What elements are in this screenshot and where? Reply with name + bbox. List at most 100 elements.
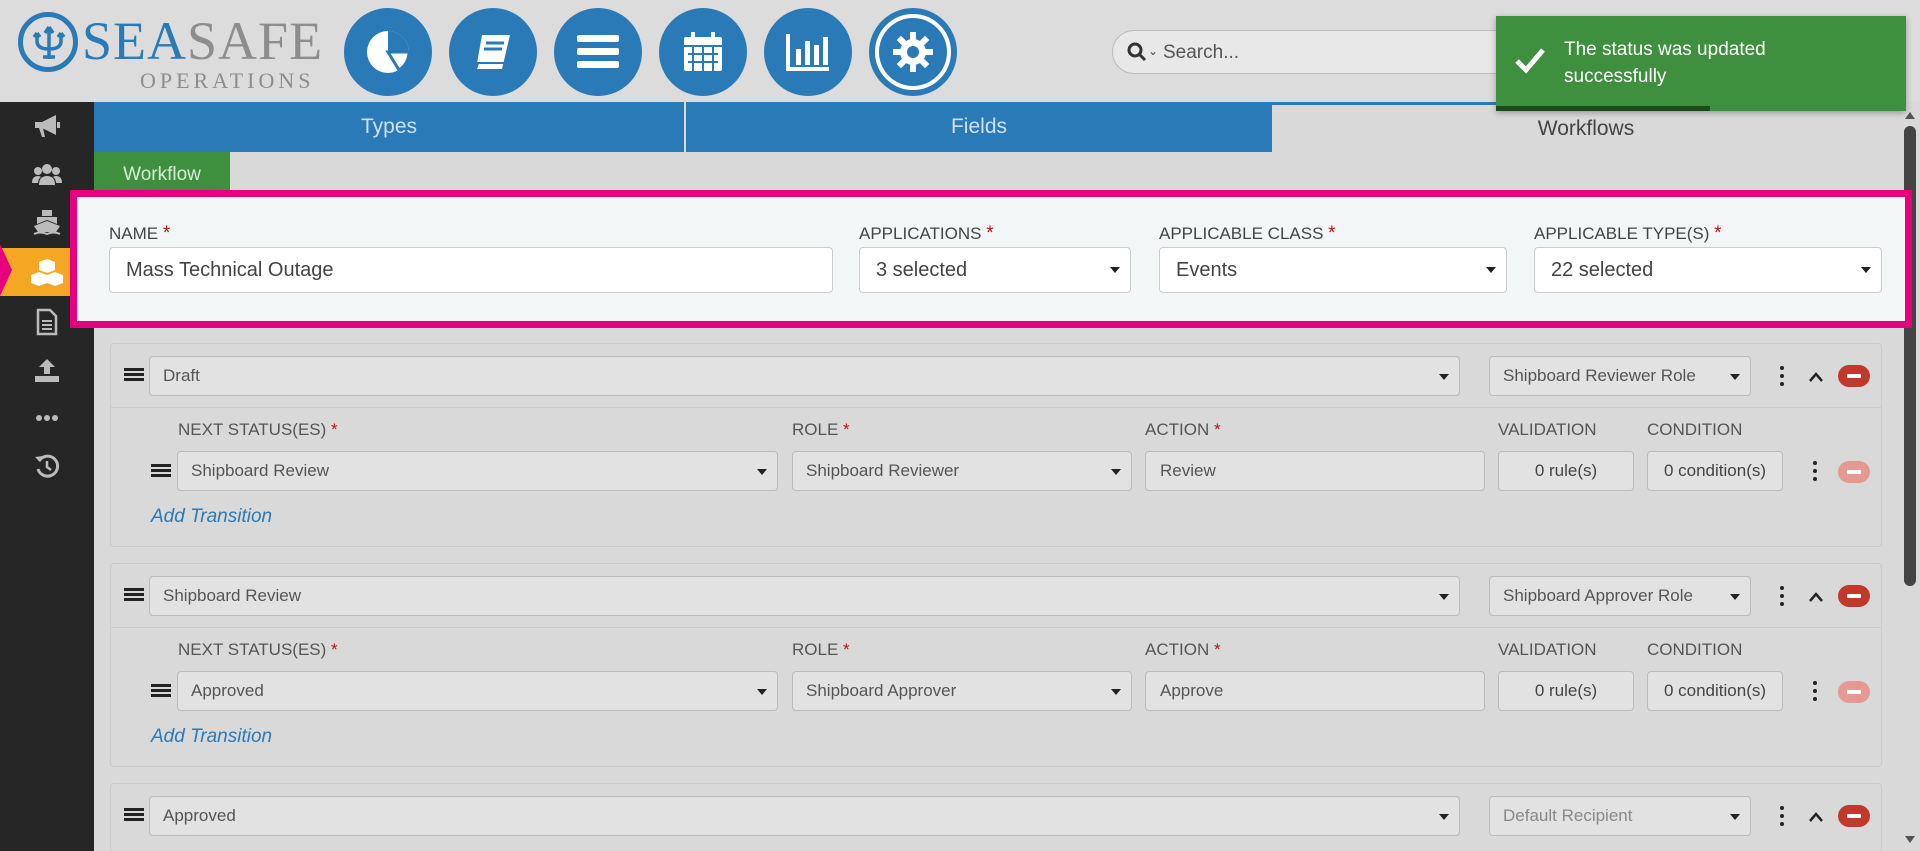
add-transition-link[interactable]: Add Transition xyxy=(151,506,272,528)
validation-rules-button[interactable]: 0 rule(s) xyxy=(1498,451,1634,491)
action-input[interactable]: Approve xyxy=(1145,671,1485,711)
tab-fields[interactable]: Fields xyxy=(686,102,1272,152)
check-icon xyxy=(1515,48,1545,74)
chevron-up-icon[interactable] xyxy=(1809,372,1823,382)
seasafe-logo[interactable]: SEASAFE OPERATIONS xyxy=(18,12,322,93)
scroll-down-arrow-icon[interactable] xyxy=(1905,836,1915,843)
more-icon xyxy=(36,415,58,421)
applicable-class-label: APPLICABLE CLASS * xyxy=(1159,223,1336,244)
upload-icon xyxy=(35,359,59,382)
conditions-button[interactable]: 0 condition(s) xyxy=(1647,451,1783,491)
global-search: ⌄ xyxy=(1112,30,1532,74)
next-status-label: NEXT STATUS(ES) * xyxy=(178,640,338,659)
status-role-select[interactable]: Shipboard Reviewer Role xyxy=(1489,356,1751,396)
remove-status-button[interactable] xyxy=(1838,805,1870,827)
transition-role-select[interactable]: Shipboard Approver xyxy=(792,671,1132,711)
status-block-shipboard-review: Shipboard Review Shipboard Approver Role… xyxy=(110,563,1882,767)
caret-down-icon xyxy=(1439,594,1449,600)
settings-icon xyxy=(893,32,933,72)
settings-button[interactable] xyxy=(869,8,957,96)
caret-down-icon xyxy=(1861,267,1871,273)
remove-status-button[interactable] xyxy=(1838,585,1870,607)
kebab-menu-icon[interactable] xyxy=(1779,366,1785,388)
status-name-select[interactable]: Draft xyxy=(149,356,1460,396)
applications-label: APPLICATIONS * xyxy=(859,223,994,244)
workflow-definition-form: NAME * APPLICATIONS * 3 selected APPLICA… xyxy=(70,190,1912,328)
condition-label: CONDITION xyxy=(1647,640,1743,659)
status-name-select[interactable]: Shipboard Review xyxy=(149,576,1460,616)
status-role-select[interactable]: Shipboard Approver Role xyxy=(1489,576,1751,616)
toast-message: The status was updated successfully xyxy=(1564,39,1766,87)
vessel-icon xyxy=(33,210,61,236)
drag-handle-icon[interactable] xyxy=(151,684,171,698)
caret-down-icon xyxy=(1730,374,1740,380)
success-toast[interactable]: The status was updated successfully xyxy=(1496,16,1906,111)
sidebar-item-upload[interactable] xyxy=(0,346,94,394)
validation-label: VALIDATION xyxy=(1498,640,1597,659)
sidebar-item-announcements[interactable] xyxy=(0,102,94,150)
search-icon[interactable] xyxy=(1127,42,1147,62)
document-icon xyxy=(36,308,58,336)
next-status-label: NEXT STATUS(ES) * xyxy=(178,420,338,439)
list-button[interactable] xyxy=(554,8,642,96)
reports-button[interactable] xyxy=(764,8,852,96)
calendar-icon xyxy=(684,32,722,71)
drag-handle-icon[interactable] xyxy=(124,808,144,822)
remove-transition-button[interactable] xyxy=(1838,461,1870,483)
transitions-section: NEXT STATUS(ES) * ROLE * ACTION * VALIDA… xyxy=(111,408,1881,544)
status-header: Shipboard Review Shipboard Approver Role xyxy=(111,564,1881,628)
caret-down-icon xyxy=(1111,469,1121,475)
name-input[interactable] xyxy=(109,247,833,293)
scroll-up-arrow-icon[interactable] xyxy=(1905,112,1915,119)
search-scope-chevron-icon[interactable]: ⌄ xyxy=(1148,44,1158,58)
status-role-select[interactable]: Default Recipient xyxy=(1489,796,1751,836)
calendar-button[interactable] xyxy=(659,8,747,96)
validation-rules-button[interactable]: 0 rule(s) xyxy=(1498,671,1634,711)
drag-handle-icon[interactable] xyxy=(151,464,171,478)
remove-status-button[interactable] xyxy=(1838,365,1870,387)
role-label: ROLE * xyxy=(792,420,850,439)
remove-transition-button[interactable] xyxy=(1838,681,1870,703)
users-icon xyxy=(32,164,62,185)
transition-role-select[interactable]: Shipboard Reviewer xyxy=(792,451,1132,491)
drag-handle-icon[interactable] xyxy=(124,588,144,602)
kebab-menu-icon[interactable] xyxy=(1779,586,1785,608)
kebab-menu-icon[interactable] xyxy=(1812,681,1818,703)
tab-types[interactable]: Types xyxy=(94,102,684,152)
applicable-types-select[interactable]: 22 selected xyxy=(1534,247,1882,293)
action-input[interactable]: Review xyxy=(1145,451,1485,491)
kebab-menu-icon[interactable] xyxy=(1812,461,1818,483)
kebab-menu-icon[interactable] xyxy=(1779,806,1785,828)
drag-handle-icon[interactable] xyxy=(124,368,144,382)
name-label: NAME * xyxy=(109,223,171,244)
dashboard-button[interactable] xyxy=(344,8,432,96)
status-name-select[interactable]: Approved xyxy=(149,796,1460,836)
caret-down-icon xyxy=(1486,267,1496,273)
chevron-up-icon[interactable] xyxy=(1809,812,1823,822)
chevron-up-icon[interactable] xyxy=(1809,592,1823,602)
next-status-select[interactable]: Approved xyxy=(177,671,778,711)
logo-wordmark: SEASAFE xyxy=(82,11,324,71)
list-icon xyxy=(577,35,619,68)
logo-subtitle: OPERATIONS xyxy=(140,68,315,93)
applications-select[interactable]: 3 selected xyxy=(859,247,1131,293)
caret-down-icon xyxy=(1439,374,1449,380)
applicable-class-select[interactable]: Events xyxy=(1159,247,1507,293)
status-header: Draft Shipboard Reviewer Role xyxy=(111,344,1881,408)
sidebar-item-history[interactable] xyxy=(0,442,94,490)
conditions-button[interactable]: 0 condition(s) xyxy=(1647,671,1783,711)
logbook-button[interactable] xyxy=(449,8,537,96)
caret-down-icon xyxy=(757,469,767,475)
next-status-select[interactable]: Shipboard Review xyxy=(177,451,778,491)
action-label: ACTION * xyxy=(1145,420,1221,439)
dashboard-icon xyxy=(367,31,411,73)
sidebar-item-more[interactable] xyxy=(0,394,94,442)
modules-icon xyxy=(31,259,63,286)
status-block-draft: Draft Shipboard Reviewer Role NEXT STATU… xyxy=(110,343,1882,547)
caret-down-icon xyxy=(757,689,767,695)
condition-label: CONDITION xyxy=(1647,420,1743,439)
caret-down-icon xyxy=(1730,814,1740,820)
add-transition-link[interactable]: Add Transition xyxy=(151,726,272,748)
caret-down-icon xyxy=(1730,594,1740,600)
search-input[interactable] xyxy=(1163,39,1503,67)
